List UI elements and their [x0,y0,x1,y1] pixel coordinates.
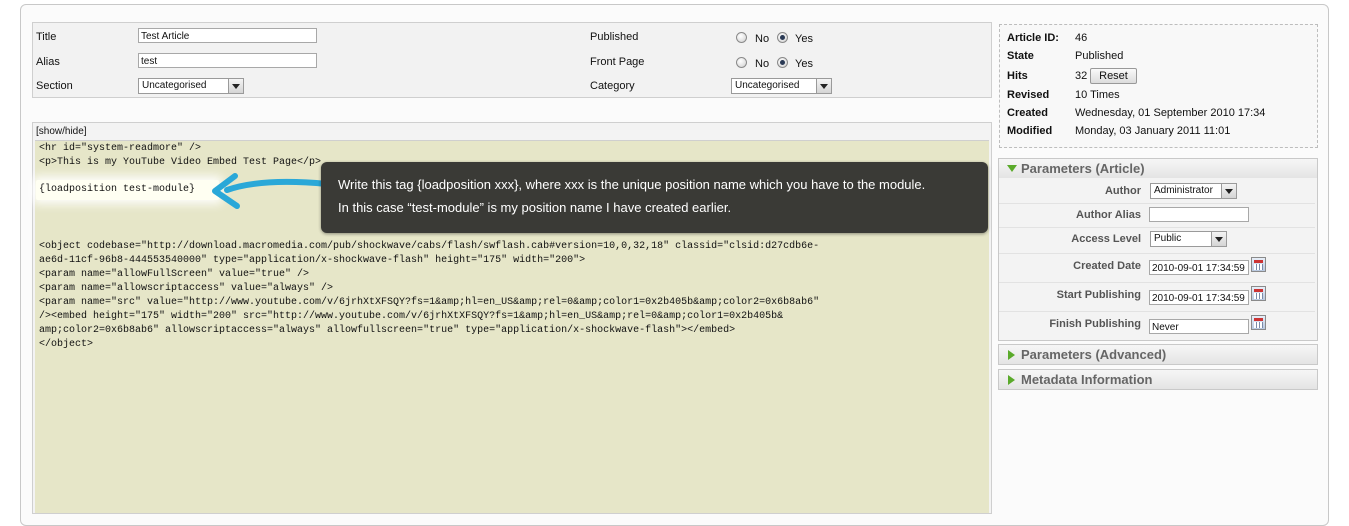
frontpage-no-label: No [755,58,770,70]
parameters-advanced-panel[interactable]: Parameters (Advanced) [998,344,1318,365]
revised-label: Revised [1007,89,1050,101]
finish-publishing-input[interactable]: Never [1149,319,1249,334]
hits-label: Hits [1007,70,1028,82]
start-publishing-label: Start Publishing [1056,289,1141,301]
frontpage-yes-label: Yes [795,58,813,70]
category-select-value: Uncategorised [735,80,800,91]
published-label: Published [590,31,639,43]
access-level-value: Public [1154,233,1182,244]
author-alias-input[interactable] [1149,207,1249,222]
hits-value: 32 [1075,70,1088,82]
created-label: Created [1007,107,1048,119]
code-line: <param name="allowscriptaccess" value="a… [39,283,334,294]
arrow-icon [212,173,330,209]
chevron-down-icon [1211,232,1226,246]
created-value: Wednesday, 01 September 2010 17:34 [1075,107,1266,119]
parameters-advanced-header[interactable]: Parameters (Advanced) [999,345,1317,364]
metadata-information-title: Metadata Information [1021,372,1153,387]
collapsed-triangle-icon [1008,375,1015,385]
revised-value: 10 Times [1075,89,1120,101]
section-select-value: Uncategorised [142,80,207,91]
calendar-icon[interactable] [1251,315,1266,330]
chevron-down-icon [228,79,243,93]
published-yes-label: Yes [795,33,813,45]
published-no-radio[interactable] [736,32,747,43]
code-line: <param name="allowFullScreen" value="tru… [39,269,310,280]
collapsed-triangle-icon [1008,350,1015,360]
article-id-value: 46 [1075,32,1088,44]
section-label: Section [36,80,73,92]
parameters-article-header[interactable]: Parameters (Article) [999,159,1317,178]
parameters-advanced-title: Parameters (Advanced) [1021,347,1167,362]
code-line: /><embed height="175" width="200" src="h… [39,311,784,322]
parameters-article-title: Parameters (Article) [1021,161,1145,176]
start-publishing-input[interactable]: 2010-09-01 17:34:59 [1149,290,1249,305]
code-line: <param name="src" value="http://www.yout… [39,297,820,308]
category-select[interactable]: Uncategorised [731,78,832,94]
metadata-information-header[interactable]: Metadata Information [999,370,1317,389]
code-line: </object> [39,339,94,350]
author-alias-label: Author Alias [1076,209,1141,221]
reset-hits-button[interactable]: Reset [1090,68,1137,84]
alias-label: Alias [36,56,60,68]
metadata-information-panel[interactable]: Metadata Information [998,369,1318,390]
chevron-down-icon [1221,184,1236,198]
frontpage-yes-radio[interactable] [777,57,788,68]
access-level-select[interactable]: Public [1150,231,1227,247]
calendar-icon[interactable] [1251,257,1266,272]
section-select[interactable]: Uncategorised [138,78,244,94]
modified-label: Modified [1007,125,1053,137]
expanded-triangle-icon [1007,165,1017,172]
code-line: <hr id="system-readmore" /> [39,143,202,154]
code-line: amp;color2=0x6b8ab6" allowscriptaccess="… [39,325,736,336]
alias-input[interactable]: test [138,53,317,68]
finish-publishing-label: Finish Publishing [1049,318,1141,330]
title-label: Title [36,31,57,43]
published-no-label: No [755,33,770,45]
frontpage-no-radio[interactable] [736,57,747,68]
tooltip-line-1: Write this tag {loadposition xxx}, where… [338,177,926,192]
category-label: Category [590,80,635,92]
annotation-tooltip: Write this tag {loadposition xxx}, where… [321,162,988,233]
state-value: Published [1075,50,1124,62]
chevron-down-icon [816,79,831,93]
code-line-loadposition: {loadposition test-module} [39,184,196,195]
created-date-input[interactable]: 2010-09-01 17:34:59 [1149,260,1249,275]
code-line: <p>This is my YouTube Video Embed Test P… [39,157,322,168]
modified-value: Monday, 03 January 2011 11:01 [1075,125,1231,137]
author-label: Author [1104,185,1141,197]
tooltip-line-2: In this case “test-module” is my positio… [338,200,732,215]
frontpage-label: Front Page [590,56,645,68]
published-yes-radio[interactable] [777,32,788,43]
author-select[interactable]: Administrator [1150,183,1237,199]
author-select-value: Administrator [1154,185,1213,196]
created-date-label: Created Date [1073,260,1141,272]
code-line: ae6d-11cf-96b8-444553540000" type="appli… [39,255,586,266]
article-id-label: Article ID: [1007,32,1059,44]
editor-toggle-link[interactable]: [show/hide] [36,126,87,137]
code-line: <object codebase="http://download.macrom… [39,241,820,252]
state-label: State [1007,50,1034,62]
title-input[interactable]: Test Article [138,28,317,43]
calendar-icon[interactable] [1251,286,1266,301]
access-level-label: Access Level [1071,233,1141,245]
